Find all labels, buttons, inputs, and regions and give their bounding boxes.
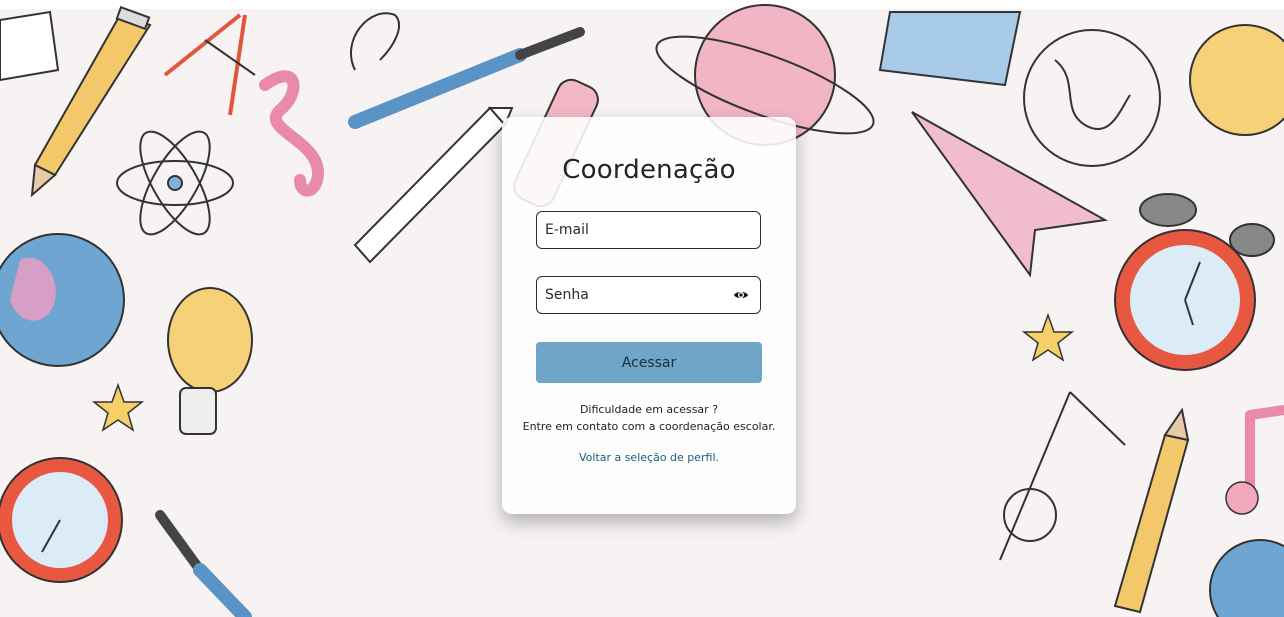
compass-illustration-top (163, 13, 256, 116)
page-title: Coordenação (562, 155, 736, 185)
compass-illustration-bottom (999, 391, 1126, 561)
pencil-illustration-right (1113, 407, 1190, 614)
password-field[interactable] (536, 276, 761, 314)
paper-illustration (0, 10, 60, 82)
alarm-clock-illustration-left (0, 457, 123, 583)
password-input[interactable] (545, 277, 735, 313)
brush-illustration-top (348, 27, 585, 129)
brush-illustration-bottom (155, 510, 252, 617)
submit-button[interactable]: Acessar (536, 342, 762, 383)
star-illustration-left (91, 382, 145, 432)
email-input[interactable] (545, 212, 735, 248)
atom-illustration (116, 130, 234, 236)
paper-plane-illustration (911, 111, 1109, 278)
globe-illustration-right (1209, 539, 1284, 617)
star-illustration-right (1021, 312, 1075, 362)
help-text-line1: Dificuldade em acessar ? (579, 403, 719, 416)
squiggle-illustration (259, 70, 324, 197)
help-text-line2: Entre em contato com a coordenação escol… (522, 420, 776, 433)
globe-outline-illustration (1023, 29, 1161, 167)
login-card: Coordenação Acessar Dificuldade em acess… (502, 117, 796, 514)
music-note-illustration (1245, 405, 1284, 495)
email-field[interactable] (536, 211, 761, 249)
back-to-profile-link[interactable]: Voltar a seleção de perfil. (502, 451, 796, 464)
globe-illustration-left (0, 233, 125, 367)
book-illustration (878, 11, 1022, 87)
white-pencil-illustration (353, 106, 514, 264)
alarm-clock-illustration-right (1114, 193, 1275, 371)
lightbulb-illustration-left (167, 287, 253, 435)
paperclip-illustration (349, 12, 400, 71)
lightbulb-illustration-right (1189, 24, 1284, 136)
eye-icon[interactable] (733, 287, 749, 303)
